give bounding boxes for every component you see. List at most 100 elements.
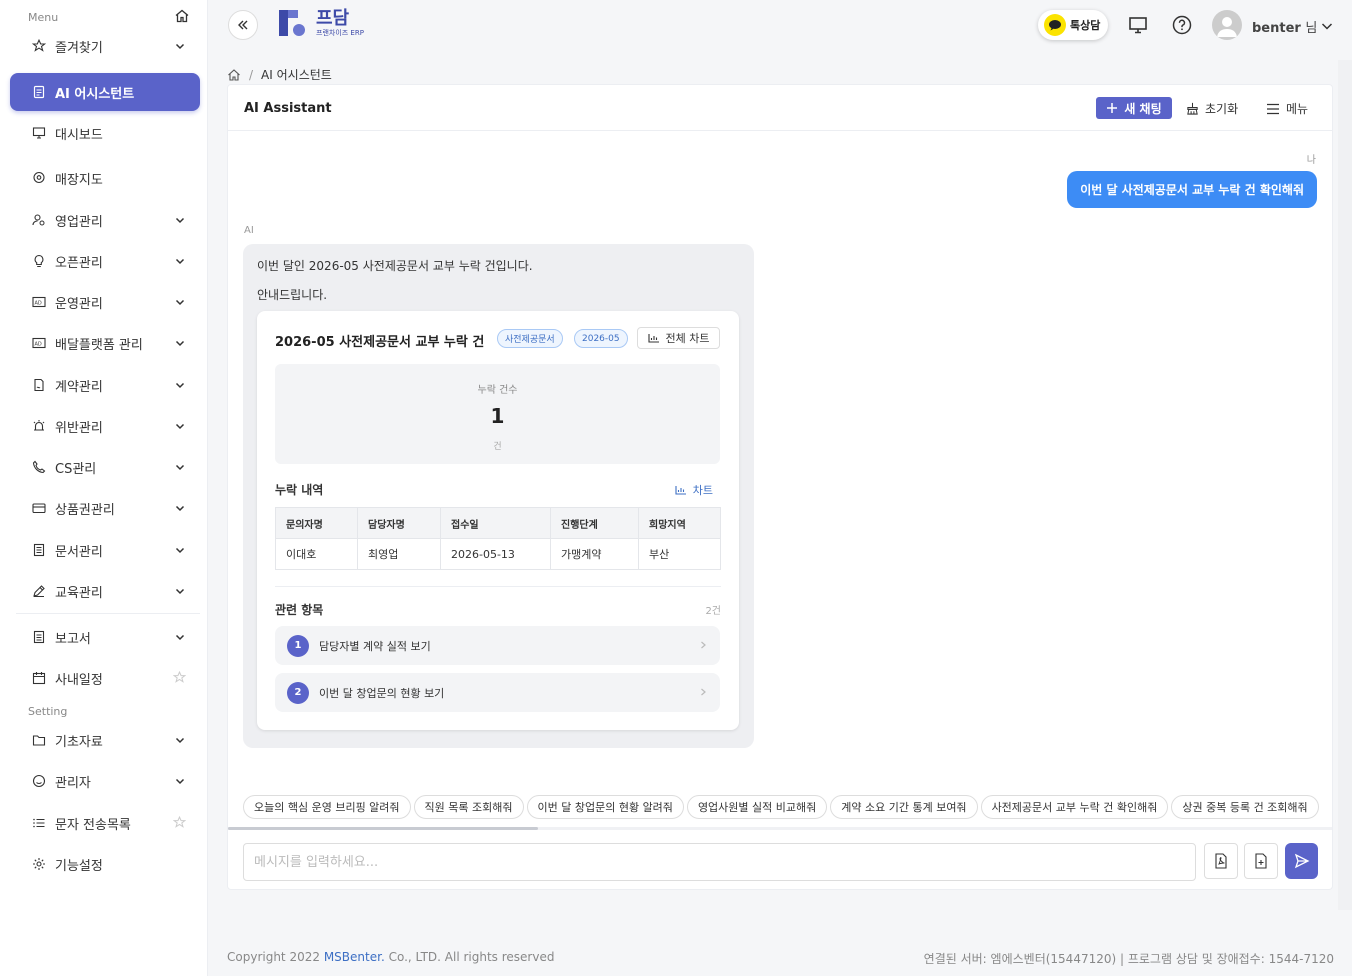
detail-chart-link[interactable]: 차트	[675, 482, 713, 498]
message-input[interactable]	[243, 843, 1196, 881]
chevron-down-icon	[174, 585, 186, 597]
sidebar-item-function-settings[interactable]: 기능설정	[10, 846, 200, 882]
topbar: 프담 프랜차이즈 ERP 톡상담 benter 님	[208, 0, 1352, 56]
home-icon[interactable]	[227, 68, 241, 82]
related-item[interactable]: 2 이번 달 창업문의 현황 보기	[275, 673, 720, 712]
sidebar-item-admin[interactable]: 관리자	[10, 763, 200, 799]
send-button[interactable]	[1285, 843, 1318, 879]
chevron-down-icon	[174, 420, 186, 432]
user-search-icon	[32, 213, 46, 227]
sidebar-item-dashboard[interactable]: 대시보드	[10, 115, 200, 151]
ai-assistant-panel: AI Assistant 새 채팅 초기화 메뉴 나 이번 달 사전제공문서 교…	[227, 84, 1333, 890]
suggestion-chip[interactable]: 상권 중복 등록 건 조회해줘	[1171, 795, 1319, 819]
full-chart-label: 전체 차트	[665, 332, 710, 345]
bar-chart-icon	[675, 486, 686, 495]
sidebar-item-open[interactable]: 오픈관리	[10, 243, 200, 279]
chevron-down-icon[interactable]	[1320, 19, 1334, 33]
home-icon[interactable]	[174, 8, 190, 24]
alarm-icon	[32, 419, 46, 433]
suggestion-chip[interactable]: 오늘의 핵심 운영 브리핑 알려줘	[243, 795, 411, 819]
chevron-down-icon	[174, 214, 186, 226]
calendar-icon	[32, 671, 46, 685]
ai-sender-label: AI	[244, 225, 254, 236]
related-item-number: 2	[287, 681, 309, 704]
ai-message-bubble: 이번 달인 2026-05 사전제공문서 교부 누락 건입니다. 안내드립니다.…	[243, 244, 754, 748]
sidebar-item-report[interactable]: 보고서	[10, 619, 200, 655]
table-header: 희망지역	[638, 507, 721, 539]
sidebar-item-ai-assistant[interactable]: AI 어시스턴트	[10, 73, 200, 111]
sidebar-item-label: 배달플랫폼 관리	[55, 337, 143, 353]
footer-copyright: Copyright 2022 MSBenter. Co., LTD. All r…	[227, 950, 554, 964]
footer-prefix: Copyright 2022	[227, 950, 320, 964]
sidebar-item-sms-list[interactable]: 문자 전송목록	[10, 805, 200, 841]
sidebar-item-voucher[interactable]: 상품권관리	[10, 490, 200, 526]
favorite-star-icon[interactable]	[172, 815, 187, 829]
full-chart-button[interactable]: 전체 차트	[637, 327, 720, 349]
logo[interactable]: 프담 프랜차이즈 ERP	[278, 8, 364, 38]
table-header: 접수일	[440, 507, 551, 539]
favorite-star-icon[interactable]	[172, 670, 187, 684]
sidebar-item-favorites[interactable]: 즐겨찾기	[10, 28, 200, 64]
avatar[interactable]	[1212, 10, 1242, 40]
kakao-talk-label: 톡상담	[1070, 19, 1101, 32]
page-scrollbar[interactable]	[1338, 60, 1352, 910]
sidebar-item-education[interactable]: 교육관리	[10, 573, 200, 609]
sidebar-item-contract[interactable]: 계약관리	[10, 367, 200, 403]
footer-server-info: 연결된 서버: 엠에스벤터(15447120) | 프로그램 상담 및 장애접수…	[923, 952, 1334, 966]
contract-icon	[32, 378, 46, 392]
sidebar-item-documents[interactable]: 문서관리	[10, 532, 200, 568]
related-section-title: 관련 항목	[275, 603, 324, 617]
suggestion-chip[interactable]: 이번 달 창업문의 현황 알려줘	[526, 795, 684, 819]
kakao-talk-button[interactable]: 톡상담	[1038, 10, 1108, 40]
attach-pdf-button[interactable]	[1204, 843, 1238, 879]
new-chat-label: 새 채팅	[1124, 101, 1162, 116]
plus-icon	[1107, 103, 1118, 113]
related-item-label: 이번 달 창업문의 현황 보기	[319, 686, 445, 700]
sidebar-item-operation[interactable]: AD 운영관리	[10, 284, 200, 320]
map-pin-icon	[32, 171, 46, 185]
sidebar-item-label: CS관리	[55, 461, 97, 477]
sidebar-item-schedule[interactable]: 사내일정	[10, 660, 200, 696]
username-text: benter	[1252, 21, 1301, 36]
sidebar-collapse-button[interactable]	[228, 10, 258, 40]
related-item[interactable]: 1 담당자별 계약 실적 보기	[275, 626, 720, 665]
menu-section-label: Menu	[28, 11, 59, 24]
sidebar-item-base-data[interactable]: 기초자료	[10, 722, 200, 758]
bar-chart-icon	[647, 334, 659, 343]
attach-file-button[interactable]	[1244, 843, 1278, 879]
chevron-down-icon	[174, 296, 186, 308]
ad-icon: AD	[32, 336, 46, 350]
new-chat-button[interactable]: 새 채팅	[1096, 97, 1172, 119]
detail-section-title: 누락 내역	[275, 483, 324, 497]
list-icon	[32, 816, 46, 830]
sidebar-item-sales[interactable]: 영업관리	[10, 202, 200, 238]
suggestion-chip[interactable]: 사전제공문서 교부 누락 건 확인해줘	[980, 795, 1169, 819]
detail-chart-label: 차트	[692, 484, 713, 497]
sidebar-item-delivery[interactable]: AD 배달플랫폼 관리	[10, 325, 200, 361]
smile-icon	[32, 774, 46, 788]
sidebar-item-label: 관리자	[55, 775, 91, 791]
menu-button[interactable]: 메뉴	[1266, 100, 1308, 117]
logo-mark-icon	[279, 10, 305, 36]
sidebar-item-cs[interactable]: CS관리	[10, 449, 200, 485]
panel-title: AI Assistant	[244, 101, 332, 116]
gear-icon	[32, 857, 46, 871]
setting-section-label: Setting	[28, 705, 68, 718]
suggestion-chip[interactable]: 영업사원별 실적 비교해줘	[686, 795, 828, 819]
suggestion-chip[interactable]: 계약 소요 기간 통계 보여줘	[830, 795, 978, 819]
svg-text:AD: AD	[35, 301, 42, 307]
document-icon	[32, 85, 46, 99]
reset-button[interactable]: 초기화	[1186, 100, 1238, 117]
double-chevron-left-icon	[238, 20, 248, 30]
chevron-right-icon	[698, 640, 708, 650]
suggestion-chip[interactable]: 직원 목록 조회해줘	[413, 795, 524, 819]
username[interactable]: benter 님	[1252, 17, 1317, 36]
sidebar-item-store-map[interactable]: 매장지도	[10, 160, 200, 196]
chips-scrollbar[interactable]	[228, 827, 538, 830]
sidebar-item-label: 문서관리	[55, 544, 103, 560]
help-icon[interactable]	[1172, 15, 1192, 35]
hamburger-icon	[1267, 103, 1279, 114]
monitor-icon[interactable]	[1128, 15, 1148, 35]
sidebar-item-violation[interactable]: 위반관리	[10, 408, 200, 444]
footer-brand-link[interactable]: MSBenter.	[324, 950, 385, 964]
